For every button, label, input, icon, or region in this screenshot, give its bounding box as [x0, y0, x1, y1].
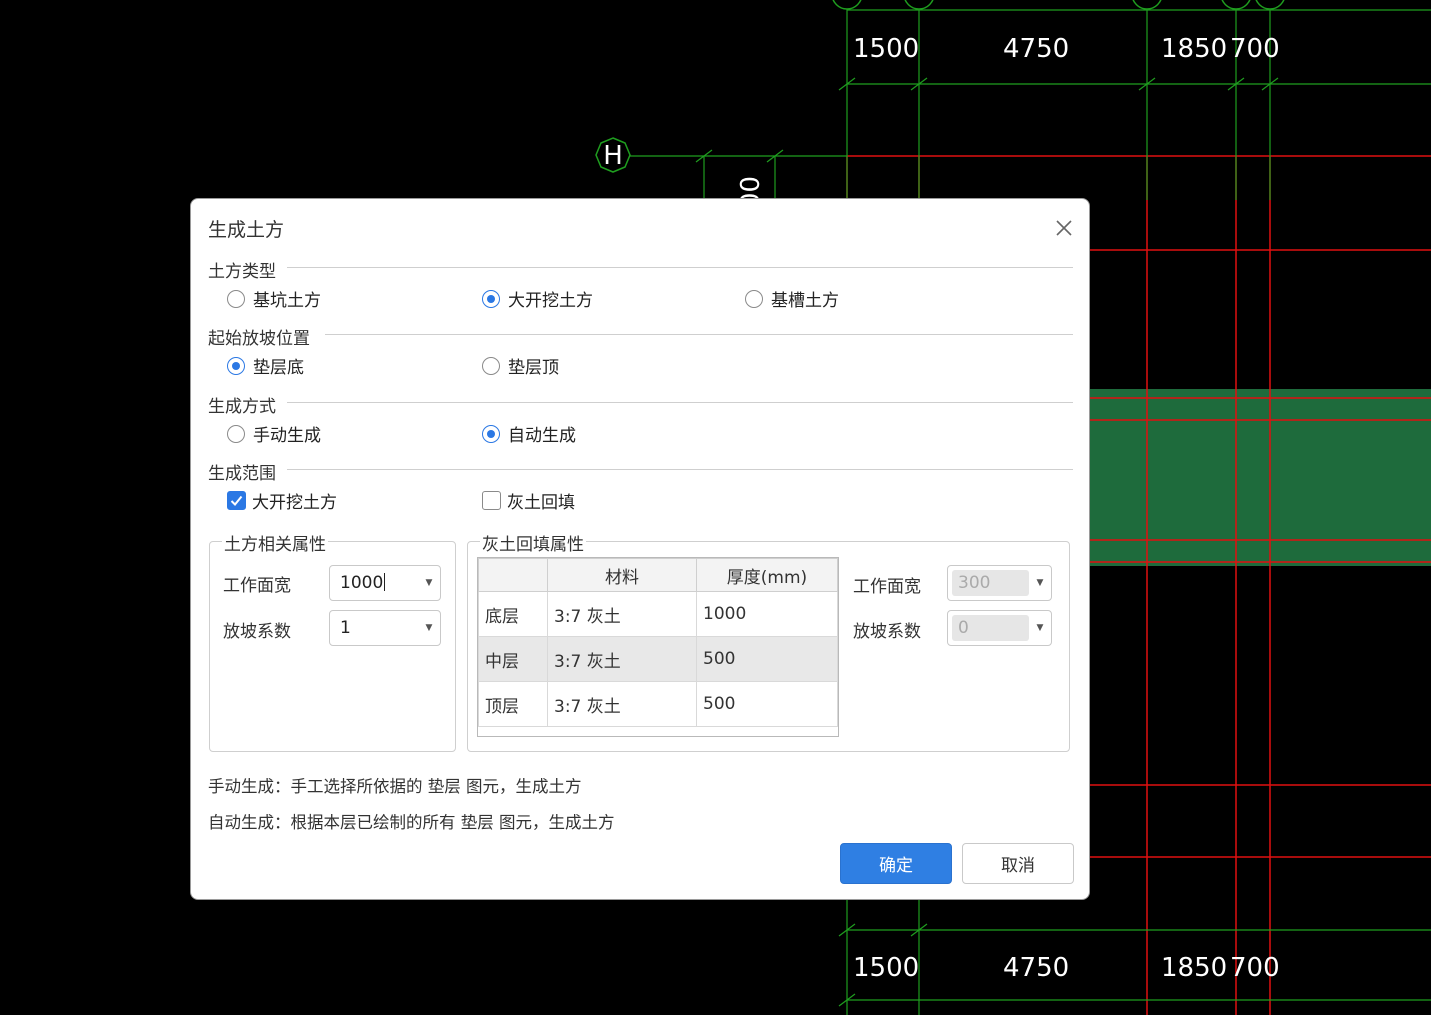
top-dim-4: 700 — [1230, 34, 1280, 64]
section-divider — [325, 334, 1073, 335]
dropdown-arrow-icon: ▼ — [1036, 623, 1044, 633]
bottom-dim-4: 700 — [1230, 953, 1280, 983]
dropdown-arrow-icon[interactable]: ▼ — [418, 578, 440, 588]
radio-label: 手动生成 — [253, 426, 321, 446]
section-divider — [287, 469, 1073, 470]
checkbox-open-excavation[interactable]: 大开挖土方 — [227, 488, 337, 513]
note-manual: 手动生成：手工选择所依据的 垫层 图元，生成土方 — [208, 777, 582, 796]
thickness-cell[interactable]: 500 — [696, 636, 838, 682]
thickness-cell[interactable]: 1000 — [696, 591, 838, 637]
radio-cushion-bottom[interactable]: 垫层底 — [227, 353, 304, 378]
radio-auto-generate[interactable]: 自动生成 — [482, 421, 576, 446]
radio-label: 垫层底 — [253, 358, 304, 378]
checkbox-label: 大开挖土方 — [252, 493, 337, 513]
section-slope-start: 起始放坡位置 — [208, 329, 310, 349]
section-earthwork-type: 土方类型 — [208, 262, 276, 282]
material-cell[interactable]: 3:7 灰土 — [547, 681, 697, 727]
radio-label: 大开挖土方 — [508, 291, 593, 311]
backfill-table-container: 材料 厚度(mm) 底层 3:7 灰土 1000 中层 3:7 灰土 500 顶… — [477, 557, 839, 737]
backfill-work-width-label: 工作面宽 — [853, 577, 921, 597]
radio-label: 基槽土方 — [771, 291, 839, 311]
radio-indicator — [482, 356, 500, 375]
radio-pit-earthwork[interactable]: 基坑土方 — [227, 286, 321, 311]
check-icon — [230, 495, 243, 506]
note-auto: 自动生成：根据本层已绘制的所有 垫层 图元，生成土方 — [208, 813, 615, 832]
checkbox-label: 灰土回填 — [507, 493, 575, 513]
backfill-slope-combo: 0 ▼ — [947, 610, 1052, 646]
axis-h-label: H — [603, 141, 623, 171]
column-header — [478, 558, 548, 592]
bottom-dim-1: 1500 — [853, 953, 919, 983]
radio-trench-earthwork[interactable]: 基槽土方 — [745, 286, 839, 311]
checkbox-indicator — [227, 491, 246, 510]
close-icon — [1056, 220, 1072, 236]
section-generate-method: 生成方式 — [208, 397, 276, 417]
radio-indicator — [227, 424, 245, 443]
group-title: 灰土回填属性 — [480, 530, 586, 555]
layer-cell: 中层 — [478, 636, 548, 682]
material-cell[interactable]: 3:7 灰土 — [547, 591, 697, 637]
section-generate-scope: 生成范围 — [208, 464, 276, 484]
radio-indicator — [745, 289, 763, 308]
table-row[interactable]: 顶层 3:7 灰土 500 — [478, 681, 838, 727]
radio-manual-generate[interactable]: 手动生成 — [227, 421, 321, 446]
column-header-material: 材料 — [547, 558, 697, 592]
work-width-value[interactable]: 1000 — [340, 573, 383, 593]
slope-coefficient-combo[interactable]: 1 ▼ — [329, 610, 441, 646]
thickness-cell[interactable]: 500 — [696, 681, 838, 727]
slope-coefficient-label: 放坡系数 — [223, 622, 291, 642]
close-button[interactable] — [1049, 213, 1079, 243]
bottom-dim-2: 4750 — [1003, 953, 1069, 983]
radio-label: 基坑土方 — [253, 291, 321, 311]
work-width-label: 工作面宽 — [223, 576, 291, 596]
section-divider — [287, 267, 1073, 268]
radio-indicator — [482, 424, 500, 443]
generate-earthwork-dialog: 生成土方 土方类型 基坑土方 大开挖土方 基槽土方 起始放坡位置 垫层底 垫层顶… — [190, 198, 1090, 900]
radio-cushion-top[interactable]: 垫层顶 — [482, 353, 559, 378]
backfill-work-width-combo: 300 ▼ — [947, 565, 1052, 601]
backfill-slope-value: 0 — [958, 618, 969, 638]
axis-bubbles — [832, 0, 1285, 10]
ok-button[interactable]: 确定 — [840, 843, 952, 884]
section-divider — [287, 402, 1073, 403]
layer-cell: 顶层 — [478, 681, 548, 727]
dropdown-arrow-icon[interactable]: ▼ — [418, 623, 440, 633]
radio-indicator — [482, 289, 500, 308]
material-cell[interactable]: 3:7 灰土 — [547, 636, 697, 682]
checkbox-lime-backfill[interactable]: 灰土回填 — [482, 488, 575, 513]
dropdown-arrow-icon: ▼ — [1036, 578, 1044, 588]
radio-indicator — [227, 289, 245, 308]
radio-label: 自动生成 — [508, 426, 576, 446]
dialog-title: 生成土方 — [208, 219, 285, 241]
cancel-button[interactable]: 取消 — [962, 843, 1074, 884]
table-row[interactable]: 中层 3:7 灰土 500 — [478, 636, 838, 682]
work-width-combo[interactable]: 1000 ▼ — [329, 565, 441, 601]
slope-coefficient-value[interactable]: 1 — [330, 618, 418, 638]
backfill-work-width-value: 300 — [958, 573, 991, 593]
top-dim-1: 1500 — [853, 34, 919, 64]
table-row[interactable]: 底层 3:7 灰土 1000 — [478, 591, 838, 637]
radio-indicator — [227, 356, 245, 375]
radio-open-excavation[interactable]: 大开挖土方 — [482, 286, 593, 311]
top-dim-2: 4750 — [1003, 34, 1069, 64]
bottom-dim-3: 1850 — [1161, 953, 1227, 983]
group-title: 土方相关属性 — [222, 530, 328, 555]
column-header-thickness: 厚度(mm) — [696, 558, 838, 592]
backfill-slope-label: 放坡系数 — [853, 622, 921, 642]
layer-cell: 底层 — [478, 591, 548, 637]
checkbox-indicator — [482, 491, 501, 510]
radio-label: 垫层顶 — [508, 358, 559, 378]
backfill-table: 材料 厚度(mm) 底层 3:7 灰土 1000 中层 3:7 灰土 500 顶… — [478, 558, 838, 727]
top-dim-3: 1850 — [1161, 34, 1227, 64]
